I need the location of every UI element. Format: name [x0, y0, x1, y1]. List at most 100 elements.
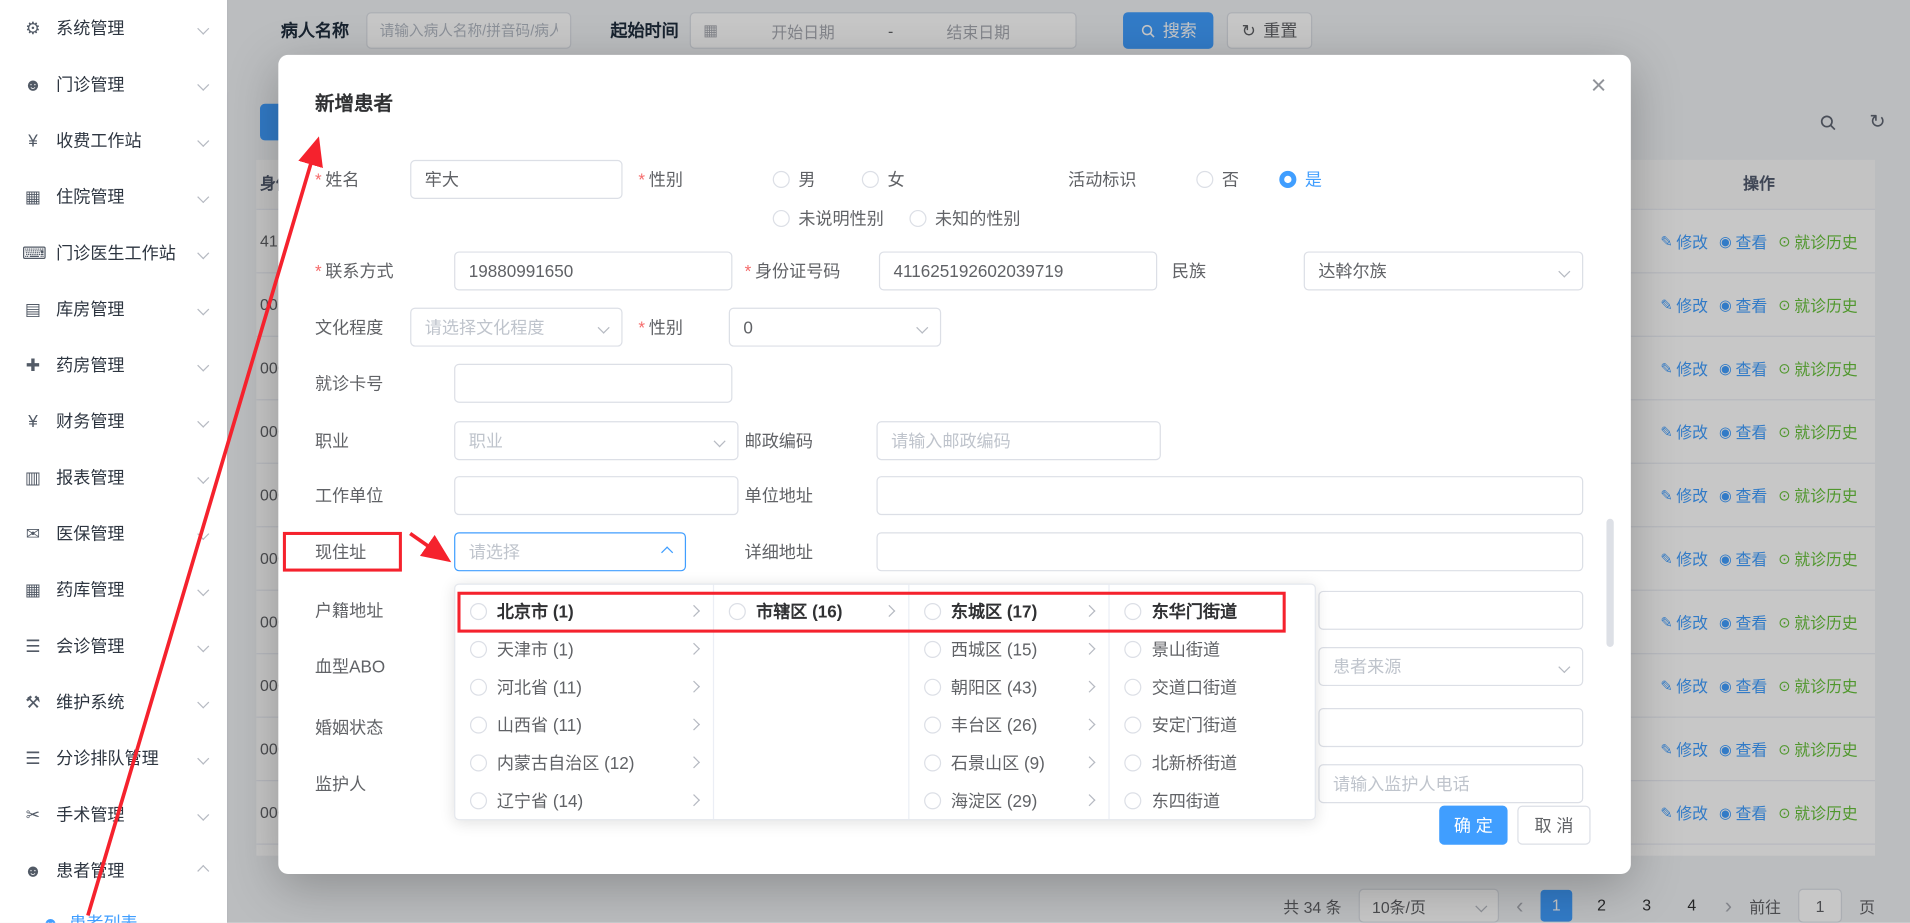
sidebar-item[interactable]: ¥ 财务管理: [0, 393, 227, 449]
sidebar-item[interactable]: ▦ 药库管理: [0, 562, 227, 618]
marital-right-input[interactable]: [1318, 708, 1583, 747]
cascader-option[interactable]: 辽宁省 (14): [455, 781, 713, 819]
sidebar-item[interactable]: ✉ 医保管理: [0, 505, 227, 561]
cascader-option[interactable]: 北京市 (1): [455, 592, 713, 630]
sidebar-item[interactable]: ¥ 收费工作站: [0, 112, 227, 168]
occupation-select[interactable]: 职业: [454, 421, 738, 460]
sidebar-item[interactable]: ☰ 分诊排队管理: [0, 730, 227, 786]
sidebar-item[interactable]: ☻ 门诊管理: [0, 56, 227, 112]
radio-active-yes[interactable]: 是: [1279, 160, 1322, 199]
radio-icon[interactable]: [729, 602, 746, 619]
sidebar-item-label: 库房管理: [56, 297, 124, 321]
cascader-option[interactable]: 市辖区 (16): [715, 592, 909, 630]
cascader-option-label: 东华门街道: [1152, 599, 1282, 623]
cascader-option[interactable]: 西城区 (15): [909, 630, 1109, 668]
household-detail-input[interactable]: [1318, 591, 1583, 630]
chevron-right-icon: [688, 794, 700, 806]
sidebar-item[interactable]: ⌨ 门诊医生工作站: [0, 225, 227, 281]
work-unit-input[interactable]: [454, 476, 738, 515]
radio-icon[interactable]: [470, 640, 487, 657]
sidebar-item[interactable]: ⚒ 维护系统: [0, 674, 227, 730]
sidebar-item[interactable]: ☰ 会诊管理: [0, 618, 227, 674]
patient-source-select[interactable]: 患者来源: [1318, 647, 1583, 686]
sidebar-item-patient-list[interactable]: ☻ 患者列表: [0, 898, 227, 922]
cascader-option[interactable]: 山西省 (11): [455, 706, 713, 744]
radio-icon[interactable]: [924, 640, 941, 657]
detail-address-label: 详细地址: [745, 532, 813, 571]
cascader-option[interactable]: 北新桥街道: [1110, 743, 1314, 781]
cancel-button[interactable]: 取 消: [1517, 806, 1590, 845]
sidebar-item[interactable]: ⚙ 系统管理: [0, 0, 227, 56]
cascader-option[interactable]: 河北省 (11): [455, 668, 713, 706]
sidebar-item[interactable]: ✚ 药房管理: [0, 337, 227, 393]
current-address-label: 现住址: [315, 532, 366, 571]
cascader-option[interactable]: 东城区 (17): [909, 592, 1109, 630]
radio-icon[interactable]: [1125, 602, 1142, 619]
sidebar-menu: ⚙ 系统管理 ☻ 门诊管理 ¥ 收费工作站 ▦: [0, 0, 227, 898]
radio-male[interactable]: 男: [773, 160, 816, 199]
unit-address-input[interactable]: [876, 476, 1583, 515]
radio-icon[interactable]: [470, 754, 487, 771]
sidebar-item[interactable]: ✂ 手术管理: [0, 786, 227, 842]
sidebar-item[interactable]: ▥ 报表管理: [0, 449, 227, 505]
radio-icon[interactable]: [924, 792, 941, 809]
name-input[interactable]: [410, 160, 622, 199]
radio-icon[interactable]: [924, 678, 941, 695]
radio-gender-unstated[interactable]: 未说明性别: [773, 199, 884, 238]
current-address-cascader-trigger[interactable]: 请选择: [454, 532, 686, 571]
radio-icon: [862, 171, 879, 188]
confirm-button[interactable]: 确 定: [1439, 806, 1507, 845]
cascader-option[interactable]: 丰台区 (26): [909, 706, 1109, 744]
gender-code-select[interactable]: 0: [729, 308, 941, 347]
radio-icon[interactable]: [470, 678, 487, 695]
radio-icon[interactable]: [1125, 754, 1142, 771]
sidebar-item[interactable]: ▤ 库房管理: [0, 281, 227, 337]
id-number-input[interactable]: [879, 251, 1157, 290]
cascader-option-label: 东城区 (17): [951, 599, 1076, 623]
cascader-option[interactable]: 朝阳区 (43): [909, 668, 1109, 706]
cascader-option[interactable]: 安定门街道: [1110, 706, 1314, 744]
radio-icon[interactable]: [1125, 792, 1142, 809]
contact-label: *联系方式: [315, 251, 394, 290]
sidebar-item[interactable]: ☻ 患者管理: [0, 842, 227, 898]
radio-icon[interactable]: [924, 716, 941, 733]
radio-icon[interactable]: [1125, 678, 1142, 695]
chevron-down-icon: [197, 247, 209, 259]
radio-female[interactable]: 女: [862, 160, 905, 199]
card-no-input[interactable]: [454, 364, 732, 403]
cascader-option-label: 辽宁省 (14): [497, 788, 681, 812]
modal-scrollbar[interactable]: [1606, 519, 1613, 647]
radio-icon[interactable]: [1125, 716, 1142, 733]
guardian-phone-input[interactable]: [1318, 764, 1583, 803]
cascader-option[interactable]: 天津市 (1): [455, 630, 713, 668]
contact-input[interactable]: [454, 251, 732, 290]
add-patient-dialog: 新增患者 × *姓名 *性别 男 女 活动标识 否 是 未说明性别 未知的性别 …: [278, 55, 1631, 874]
detail-address-input[interactable]: [876, 532, 1583, 571]
cascader-option-label: 安定门街道: [1152, 712, 1282, 736]
sidebar-item[interactable]: ▦ 住院管理: [0, 168, 227, 224]
radio-icon[interactable]: [1125, 640, 1142, 657]
radio-active-no[interactable]: 否: [1196, 160, 1239, 199]
cascader-option[interactable]: 海淀区 (29): [909, 781, 1109, 819]
sidebar-item-label: 医保管理: [56, 521, 124, 545]
cascader-option-label: 北京市 (1): [497, 599, 681, 623]
radio-icon[interactable]: [470, 792, 487, 809]
postcode-input[interactable]: [876, 421, 1160, 460]
radio-icon[interactable]: [470, 716, 487, 733]
patient-management-icon: ☻: [22, 861, 44, 881]
doctor-workstation-icon: ⌨: [22, 242, 44, 263]
cascader-option[interactable]: 景山街道: [1110, 630, 1314, 668]
radio-icon[interactable]: [924, 754, 941, 771]
cascader-option[interactable]: 东华门街道: [1110, 592, 1314, 630]
education-select[interactable]: 请选择文化程度: [410, 308, 622, 347]
cascader-option[interactable]: 东四街道: [1110, 781, 1314, 819]
cascader-option[interactable]: 内蒙古自治区 (12): [455, 743, 713, 781]
close-icon[interactable]: ×: [1591, 70, 1607, 102]
cascader-option[interactable]: 交道口街道: [1110, 668, 1314, 706]
radio-gender-unknown[interactable]: 未知的性别: [909, 199, 1020, 238]
chevron-right-icon: [1084, 718, 1096, 730]
ethnicity-select[interactable]: 达斡尔族: [1304, 251, 1584, 290]
radio-icon[interactable]: [924, 602, 941, 619]
cascader-option[interactable]: 石景山区 (9): [909, 743, 1109, 781]
radio-icon[interactable]: [470, 602, 487, 619]
